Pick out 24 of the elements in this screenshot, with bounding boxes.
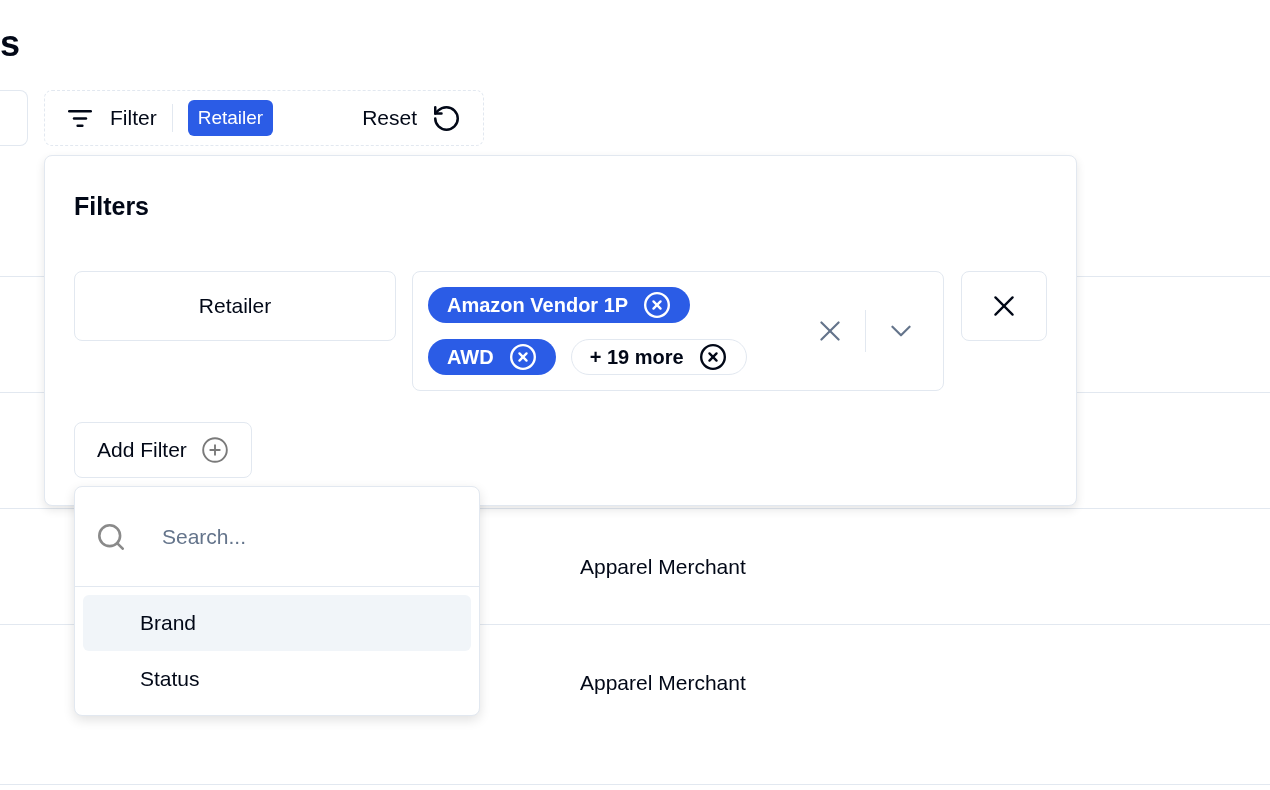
page-title: s bbox=[0, 22, 21, 66]
applied-filter-badge: Retailer bbox=[187, 100, 274, 136]
chip-label: AWD bbox=[447, 345, 494, 370]
chip-label: Amazon Vendor 1P bbox=[447, 293, 629, 318]
values-select[interactable]: Amazon Vendor 1P AWD + 19 more bbox=[412, 271, 944, 391]
table-cell: Apparel Merchant bbox=[580, 554, 746, 579]
rotate-arrow-icon bbox=[434, 105, 459, 131]
clear-icon[interactable] bbox=[820, 321, 840, 341]
input-field[interactable] bbox=[0, 90, 28, 146]
panel-title: Filters bbox=[74, 191, 150, 222]
search-input[interactable]: Search... bbox=[162, 516, 469, 557]
filter-button[interactable]: Filter bbox=[68, 102, 157, 134]
add-filter-button[interactable]: Add Filter bbox=[74, 422, 252, 478]
chip-label: + 19 more bbox=[589, 345, 684, 370]
menu-item[interactable]: Brand bbox=[83, 595, 471, 651]
plus-circle-icon bbox=[201, 437, 228, 463]
filter-icon bbox=[68, 109, 92, 127]
field-select[interactable]: Retailer bbox=[74, 271, 396, 341]
search-icon bbox=[98, 523, 124, 550]
circled-x-icon[interactable] bbox=[699, 344, 726, 370]
close-icon bbox=[994, 296, 1014, 316]
table-cell: Apparel Merchant bbox=[580, 671, 746, 695]
reset-button[interactable]: Reset bbox=[362, 102, 459, 134]
chevron-down-icon[interactable] bbox=[891, 325, 911, 337]
